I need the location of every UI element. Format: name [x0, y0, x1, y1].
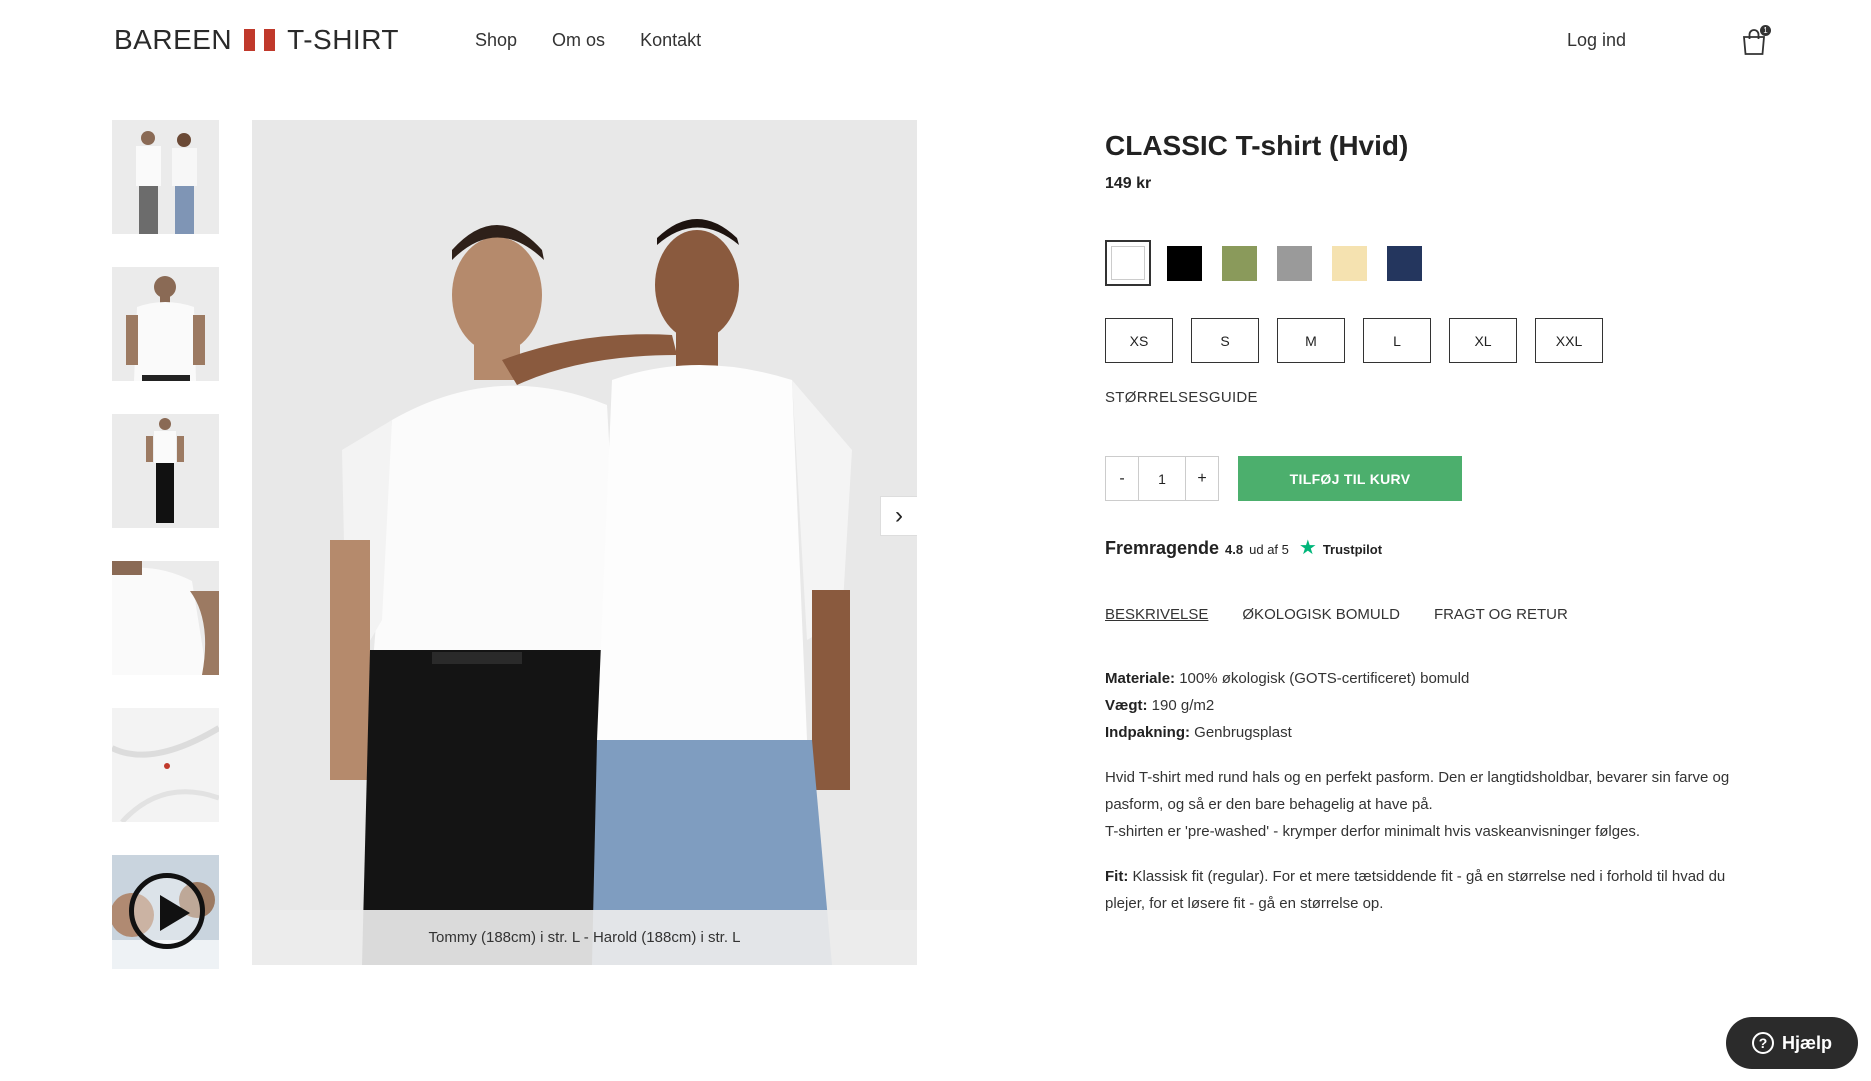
product-main-image: › Tommy (188cm) i str. L - Harold (188cm…	[252, 120, 917, 965]
weight-label: Vægt:	[1105, 697, 1148, 714]
thumbnail-full-body-model[interactable]	[112, 414, 219, 528]
rating-out-of: ud af 5	[1249, 542, 1289, 557]
trustpilot-brand: Trustpilot	[1322, 542, 1383, 557]
fit-value: Klassisk fit (regular). For et mere tæts…	[1105, 868, 1726, 912]
material-label: Materiale:	[1105, 670, 1176, 687]
image-caption: Tommy (188cm) i str. L - Harold (188cm) …	[252, 910, 917, 965]
product-tabs: BESKRIVELSE ØKOLOGISK BOMULD FRAGT OG RE…	[1105, 606, 1568, 623]
play-icon[interactable]	[129, 873, 205, 949]
product-description: Materiale: 100% økologisk (GOTS-certific…	[1105, 665, 1745, 935]
size-option-m[interactable]: M	[1277, 318, 1345, 363]
description-prewashed: T-shirten er 'pre-washed' - krymper derf…	[1105, 823, 1641, 840]
main-nav: Shop Om os Kontakt	[475, 30, 701, 51]
color-swatch-navy[interactable]	[1387, 245, 1422, 281]
packaging-row: Indpakning: Genbrugsplast	[1105, 724, 1292, 741]
help-button[interactable]: ? Hjælp	[1726, 1017, 1858, 1069]
logo-text-left: BAREEN	[114, 24, 233, 55]
trustpilot-star-icon: ★	[1298, 537, 1317, 559]
color-swatch-black[interactable]	[1167, 245, 1202, 281]
weight-value: 190 g/m2	[1151, 697, 1215, 714]
nav-item-kontakt[interactable]: Kontakt	[640, 30, 701, 51]
tab-beskrivelse[interactable]: BESKRIVELSE	[1105, 606, 1208, 623]
color-swatches	[1105, 240, 1422, 286]
chevron-right-icon[interactable]: ›	[880, 496, 917, 536]
fit-label: Fit:	[1105, 868, 1129, 885]
quantity-decrease-button[interactable]: -	[1106, 457, 1138, 500]
cart-count-badge: 1	[1760, 25, 1771, 36]
material-value: 100% økologisk (GOTS-certificeret) bomul…	[1179, 670, 1470, 687]
rating-score: 4.8	[1225, 542, 1244, 557]
thumbnail-front-model[interactable]	[112, 267, 219, 381]
size-option-xxl[interactable]: XXL	[1535, 318, 1603, 363]
color-swatch-olive[interactable]	[1222, 245, 1257, 281]
size-option-s[interactable]: S	[1191, 318, 1259, 363]
nav-item-shop[interactable]: Shop	[475, 30, 517, 51]
size-option-l[interactable]: L	[1363, 318, 1431, 363]
trustpilot-rating[interactable]: Fremragende 4.8 ud af 5 ★ Trustpilot	[1105, 535, 1382, 560]
nav-item-om-os[interactable]: Om os	[552, 30, 605, 51]
thumbnail-video[interactable]	[112, 855, 219, 969]
size-option-xl[interactable]: XL	[1449, 318, 1517, 363]
quantity-stepper: - 1 +	[1105, 456, 1219, 501]
logo-text-right: T-SHIRT	[287, 24, 400, 55]
thumbnail-shoulder-detail[interactable]	[112, 561, 219, 675]
quantity-input[interactable]: 1	[1138, 457, 1186, 500]
shopping-bag-icon[interactable]: 1	[1741, 25, 1771, 56]
thumbnail-fabric-detail[interactable]	[112, 708, 219, 822]
product-title: CLASSIC T-shirt (Hvid)	[1105, 130, 1409, 161]
question-icon: ?	[1751, 1032, 1774, 1054]
tab-okologisk-bomuld[interactable]: ØKOLOGISK BOMULD	[1242, 606, 1400, 623]
description-paragraph: Hvid T-shirt med rund hals og en perfekt…	[1105, 769, 1730, 813]
add-to-cart-button[interactable]: TILFØJ TIL KURV	[1238, 456, 1462, 501]
color-swatch-cream[interactable]	[1332, 245, 1367, 281]
tab-fragt-og-retur[interactable]: FRAGT OG RETUR	[1434, 606, 1568, 623]
color-swatch-white[interactable]	[1105, 240, 1151, 286]
packaging-value: Genbrugsplast	[1194, 724, 1292, 741]
size-selector: XS S M L XL XXL	[1105, 318, 1603, 363]
thumbnail-two-models[interactable]	[112, 120, 219, 234]
rating-word: Fremragende	[1105, 538, 1220, 558]
packaging-label: Indpakning:	[1105, 724, 1190, 741]
color-swatch-grey[interactable]	[1277, 245, 1312, 281]
help-label: Hjælp	[1781, 1032, 1832, 1053]
site-logo[interactable]: BAREEN T-SHIRT	[114, 24, 399, 56]
size-guide-link[interactable]: STØRRELSESGUIDE	[1105, 389, 1258, 406]
thumbnail-list	[112, 120, 219, 1002]
login-link[interactable]: Log ind	[1567, 30, 1626, 51]
material-row: Materiale: 100% økologisk (GOTS-certific…	[1105, 670, 1469, 687]
weight-row: Vægt: 190 g/m2	[1105, 697, 1214, 714]
quantity-increase-button[interactable]: +	[1186, 457, 1218, 500]
product-price: 149 kr	[1105, 175, 1152, 192]
flag-icon	[244, 29, 276, 51]
site-header: BAREEN T-SHIRT Shop Om os Kontakt Log in…	[0, 0, 1871, 80]
size-option-xs[interactable]: XS	[1105, 318, 1173, 363]
